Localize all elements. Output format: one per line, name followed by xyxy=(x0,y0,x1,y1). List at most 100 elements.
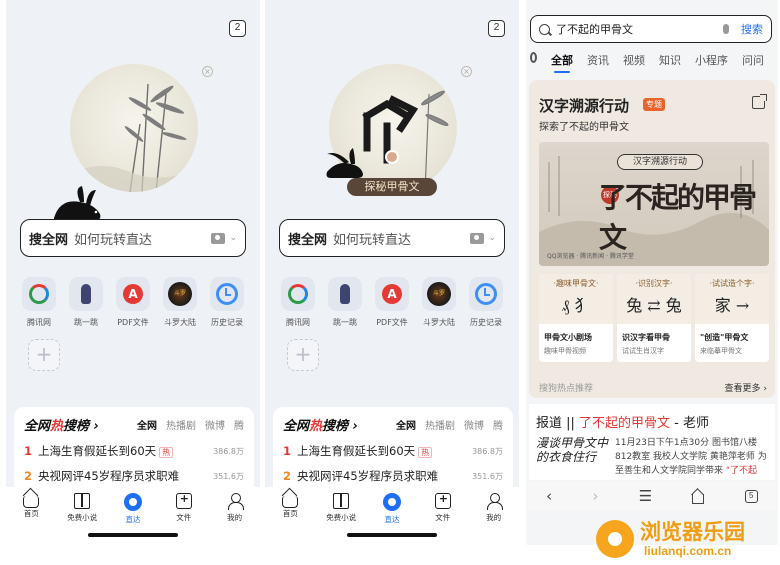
app-jump-game[interactable]: 跳一跳 xyxy=(63,277,109,328)
tab-me[interactable]: 我的 xyxy=(474,493,514,545)
camera-icon[interactable] xyxy=(211,232,226,244)
app-pdf-files[interactable]: A PDF文件 xyxy=(369,277,415,328)
doodle-bamboo-painting[interactable] xyxy=(70,64,198,192)
doodle-caption[interactable]: 探秘甲骨文 xyxy=(347,178,437,196)
tab-mini-program[interactable]: 小程序 xyxy=(695,52,728,68)
tab-tv[interactable]: 热播剧 xyxy=(425,417,455,432)
tab-direct[interactable]: 直达 xyxy=(113,493,153,545)
oracle-glyph-icon: 兔 ⇄ 兔 xyxy=(626,296,682,315)
jump-game-icon xyxy=(69,277,103,311)
app-history[interactable]: 历史记录 xyxy=(204,277,250,328)
settings-icon[interactable] xyxy=(530,52,537,63)
add-shortcut-button[interactable]: + xyxy=(287,339,319,371)
tabs-button[interactable]: 5 xyxy=(744,489,758,503)
forward-button[interactable]: › xyxy=(592,487,598,505)
search-box[interactable]: 搜全网 如何玩转直达 ⌄ xyxy=(279,219,505,257)
topic-banner[interactable]: 汉字溯源行动 探秘 了不起的甲骨文 QQ浏览器 · 腾讯新闻 · 腾讯学堂 xyxy=(539,142,769,266)
tab-qa[interactable]: 问问 xyxy=(742,52,764,68)
tab-weibo[interactable]: 微博 xyxy=(205,417,225,432)
mini-card-header: ·试试造个字· 家 → xyxy=(695,274,769,324)
tab-files[interactable]: 文件 xyxy=(423,492,463,545)
tab-tencent[interactable]: 腾 xyxy=(493,417,503,432)
search-scope-label[interactable]: 搜全网 xyxy=(29,229,68,248)
app-history[interactable]: 历史记录 xyxy=(463,277,509,328)
app-jump-game[interactable]: 跳一跳 xyxy=(322,277,368,328)
book-icon xyxy=(74,493,91,509)
tab-video[interactable]: 视频 xyxy=(623,52,645,68)
tab-home[interactable]: 首页 xyxy=(270,493,310,545)
tab-me[interactable]: 我的 xyxy=(215,493,255,545)
mini-card-recognize[interactable]: ·识别汉字· 兔 ⇄ 兔 识汉字看甲骨 试试生肖汉字 xyxy=(617,274,691,362)
mini-card-title: "创造"甲骨文 xyxy=(700,333,749,342)
tab-all[interactable]: 全网 xyxy=(396,417,416,432)
result-snippet: 11月23日下午1点30分 图书馆八楼812教室 我校人文学院 黄艳萍老师 为至… xyxy=(615,438,767,476)
book-icon xyxy=(333,493,350,509)
search-box[interactable]: 了不起的甲骨文 搜索 xyxy=(530,15,772,43)
tab-free-novels[interactable]: 免费小说 xyxy=(321,493,361,545)
result-thumbnail[interactable]: 漫谈甲骨文中的衣食住行 xyxy=(536,436,612,474)
banner-headline: 了不起的甲骨文 xyxy=(599,181,757,254)
hot-list-item[interactable]: 2 央视网评45岁程序员求职难 351.6万 xyxy=(283,468,503,484)
search-button[interactable]: 搜索 xyxy=(741,21,763,37)
tab-tv[interactable]: 热播剧 xyxy=(166,417,196,432)
add-shortcut-button[interactable]: + xyxy=(28,339,60,371)
tab-direct[interactable]: 直达 xyxy=(372,493,412,545)
search-result-item[interactable]: 报道 || 了不起的甲骨文 - 老师 漫谈甲骨文中的衣食住行 11月23日下午1… xyxy=(529,404,775,480)
app-label: 腾讯网 xyxy=(27,318,51,327)
tab-news[interactable]: 资讯 xyxy=(587,52,609,68)
tab-all[interactable]: 全部 xyxy=(551,52,573,73)
rabbit-ink-icon xyxy=(326,148,363,178)
hot-list-logo[interactable]: 全网热搜榜 › xyxy=(283,415,358,434)
see-more-link[interactable]: 查看更多 › xyxy=(725,381,767,394)
search-scope-label[interactable]: 搜全网 xyxy=(288,229,327,248)
tab-count-button[interactable]: 2 xyxy=(229,20,246,37)
search-query[interactable]: 了不起的甲骨文 xyxy=(556,21,723,37)
microphone-icon[interactable] xyxy=(723,24,729,34)
home-icon[interactable] xyxy=(692,494,705,504)
app-douluo[interactable]: 斗罗 斗罗大陆 xyxy=(157,277,203,328)
search-box[interactable]: 搜全网 如何玩转直达 ⌄ xyxy=(20,219,246,257)
mini-card-create[interactable]: ·试试造个字· 家 → "创造"甲骨文 来临摹甲骨文 xyxy=(695,274,769,362)
hot-count: 351.6万 xyxy=(472,471,503,481)
back-button[interactable]: ‹ xyxy=(546,487,552,505)
share-icon[interactable] xyxy=(752,94,767,109)
result-type-tabs: 全部 资讯 视频 知识 小程序 问问 xyxy=(530,52,778,73)
tab-all[interactable]: 全网 xyxy=(137,417,157,432)
hot-badge: 热 xyxy=(418,447,433,458)
app-tencent-news[interactable]: 腾讯网 xyxy=(275,277,321,328)
bamboo-illustration xyxy=(70,83,198,192)
card-title[interactable]: 汉字溯源行动 xyxy=(539,95,629,116)
hot-list-item[interactable]: 1 上海生育假延长到60天热 386.8万 xyxy=(283,443,503,459)
tab-free-novels[interactable]: 免费小说 xyxy=(62,493,102,545)
tab-home[interactable]: 首页 xyxy=(11,493,51,545)
topic-card[interactable]: 汉字溯源行动 专题 探索了不起的甲骨文 汉字溯源行动 探秘 了不起的甲骨文 QQ… xyxy=(529,80,775,398)
menu-button[interactable]: ☰ xyxy=(639,487,652,505)
app-douluo[interactable]: 斗罗 斗罗大陆 xyxy=(416,277,462,328)
watermark-logo-icon xyxy=(596,520,634,558)
tab-tencent[interactable]: 腾 xyxy=(234,417,244,432)
hot-list-logo[interactable]: 全网热搜榜 › xyxy=(24,415,99,434)
hot-list-item[interactable]: 1 上海生育假延长到60天热 386.8万 xyxy=(24,443,244,459)
camera-icon[interactable] xyxy=(470,232,485,244)
banner-partners: QQ浏览器 · 腾讯新闻 · 腾讯学堂 xyxy=(547,253,634,260)
app-pdf-files[interactable]: A PDF文件 xyxy=(110,277,156,328)
tab-files[interactable]: 文件 xyxy=(164,492,204,545)
tab-label: 我的 xyxy=(486,513,502,522)
tab-count-button[interactable]: 2 xyxy=(488,20,505,37)
close-icon[interactable]: × xyxy=(202,66,213,77)
tab-weibo[interactable]: 微博 xyxy=(464,417,484,432)
app-tencent-news[interactable]: 腾讯网 xyxy=(16,277,62,328)
hot-rank: 1 xyxy=(283,444,292,458)
result-title[interactable]: 报道 || 了不起的甲骨文 - 老师 xyxy=(536,412,768,431)
user-icon xyxy=(227,493,244,510)
close-icon[interactable]: × xyxy=(461,66,472,77)
home-icon xyxy=(282,496,299,508)
mini-card-subtitle: 来临摹甲骨文 xyxy=(700,347,742,355)
hot-list-item[interactable]: 2 央视网评45岁程序员求职难 351.6万 xyxy=(24,468,244,484)
tencent-news-icon xyxy=(22,277,56,311)
app-label: 跳一跳 xyxy=(333,318,357,327)
chevron-down-icon[interactable]: ⌄ xyxy=(229,233,237,243)
chevron-down-icon[interactable]: ⌄ xyxy=(488,233,496,243)
tab-knowledge[interactable]: 知识 xyxy=(659,52,681,68)
mini-card-theater[interactable]: ·趣味甲骨文· ₰ 犭 甲骨文小剧场 趣味甲骨视频 xyxy=(539,274,613,362)
